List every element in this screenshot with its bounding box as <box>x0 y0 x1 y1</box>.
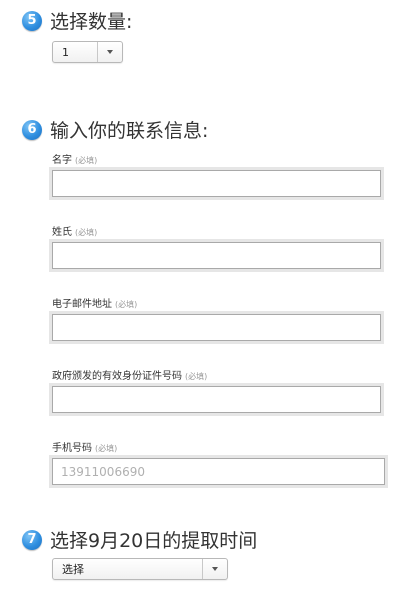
quantity-select[interactable]: 1 <box>52 41 123 63</box>
required-mark: (必填) <box>115 300 138 309</box>
step-6-heading: 6 输入你的联系信息: <box>22 116 208 143</box>
mobile-number-label: 手机号码 (必填) <box>52 439 117 454</box>
step-title: 选择数量: <box>50 11 133 33</box>
mobile-number-field[interactable] <box>52 458 385 485</box>
step-title: 输入你的联系信息: <box>50 120 209 142</box>
required-mark: (必填) <box>75 228 98 237</box>
step-5-heading: 5 选择数量: <box>22 7 132 34</box>
required-mark: (必填) <box>185 372 208 381</box>
last-name-field[interactable] <box>52 242 381 269</box>
id-number-field[interactable] <box>52 386 381 413</box>
id-number-label-text: 政府颁发的有效身份证件号码 <box>52 371 182 382</box>
mobile-number-label-text: 手机号码 <box>52 443 92 454</box>
pickup-time-select-value: 选择 <box>62 563 84 576</box>
required-mark: (必填) <box>95 444 118 453</box>
pickup-time-select[interactable]: 选择 <box>52 558 228 580</box>
first-name-label: 名字 (必填) <box>52 151 97 166</box>
first-name-field[interactable] <box>52 170 381 197</box>
email-label: 电子邮件地址 (必填) <box>52 295 137 310</box>
last-name-label: 姓氏 (必填) <box>52 223 97 238</box>
email-label-text: 电子邮件地址 <box>52 299 112 310</box>
last-name-label-text: 姓氏 <box>52 227 72 238</box>
step-number-badge: 6 <box>22 119 42 140</box>
email-field[interactable] <box>52 314 381 341</box>
first-name-label-text: 名字 <box>52 155 72 166</box>
step-7-heading: 7 选择9月20日的提取时间 <box>22 526 257 553</box>
step-number-badge: 5 <box>22 10 42 31</box>
chevron-down-icon[interactable] <box>202 559 227 579</box>
step-title: 选择9月20日的提取时间 <box>50 530 258 552</box>
step-number-badge: 7 <box>22 529 42 550</box>
quantity-select-value: 1 <box>62 45 69 59</box>
chevron-down-icon[interactable] <box>97 42 122 62</box>
id-number-label: 政府颁发的有效身份证件号码 (必填) <box>52 367 207 382</box>
required-mark: (必填) <box>75 156 98 165</box>
